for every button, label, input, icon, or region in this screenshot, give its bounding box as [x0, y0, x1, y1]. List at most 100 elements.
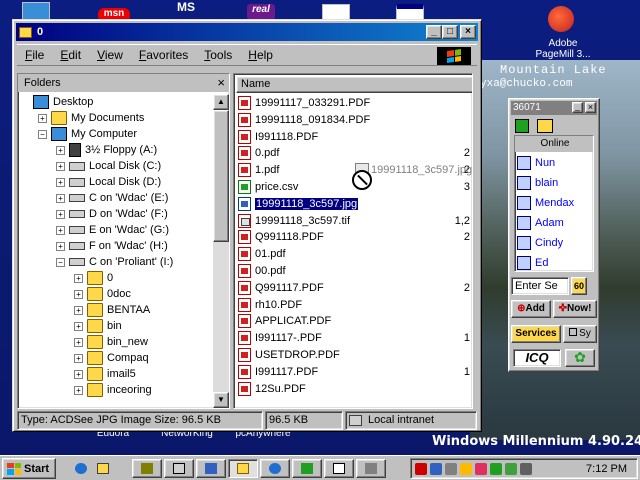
icq-status-flower-icon[interactable]: ✿ [565, 349, 595, 367]
tree-item[interactable]: + Local Disk (C:) [56, 158, 161, 174]
tree-item[interactable]: +0doc [74, 286, 131, 302]
tree-item[interactable]: Desktop [20, 94, 93, 110]
expand-icon[interactable]: + [56, 241, 65, 251]
expand-icon[interactable]: + [56, 225, 65, 235]
tray-scheduler-icon[interactable] [520, 462, 532, 475]
tree-item[interactable]: + D on 'Wdac' (F:) [56, 206, 168, 222]
icq-contact[interactable]: Adam [517, 214, 564, 232]
realplayer-icon[interactable]: real [247, 4, 275, 20]
icq-titlebar[interactable]: 36071 _ × [511, 101, 597, 115]
tray-display-icon[interactable] [430, 462, 442, 475]
tree-item[interactable]: + My Documents [38, 110, 144, 126]
task-button-7[interactable] [324, 459, 354, 478]
tree-item[interactable]: − C on 'Proliant' (I:) [56, 254, 173, 270]
ie-quicklaunch-icon[interactable] [70, 459, 92, 478]
task-button-6[interactable] [292, 459, 322, 478]
pagemill-label[interactable]: Adobe PageMill 3... [528, 38, 598, 60]
name-column-header[interactable]: Name [236, 76, 472, 93]
scroll-thumb[interactable] [213, 110, 229, 242]
icq-flower-icon[interactable] [515, 119, 529, 133]
tree-item[interactable]: + BENTAA [74, 302, 150, 318]
expand-icon[interactable]: + [56, 145, 65, 155]
expand-icon[interactable]: + [74, 321, 83, 331]
file-row[interactable]: 0.pdf 2 [238, 145, 472, 161]
file-row[interactable]: 01.pdf [238, 246, 472, 262]
tree-item[interactable]: +0 [74, 270, 113, 286]
tray-icq-icon[interactable] [490, 462, 502, 475]
tree-item[interactable]: + E on 'Wdac' (G:) [56, 222, 169, 238]
tray-volume-icon[interactable] [445, 462, 457, 475]
expand-icon[interactable]: + [74, 305, 83, 315]
scroll-down-icon[interactable]: ▼ [213, 392, 229, 408]
tray-network-icon[interactable] [415, 462, 427, 475]
collapse-icon[interactable]: − [56, 257, 65, 267]
icq-system-button[interactable]: Sy [563, 325, 597, 343]
pagemill-icon[interactable] [548, 6, 574, 32]
task-button-5[interactable] [260, 459, 290, 478]
expand-icon[interactable]: + [56, 161, 65, 171]
menu-view[interactable]: View [89, 48, 131, 62]
file-row[interactable]: Q991118.PDF 2 [238, 229, 472, 245]
icq-contact[interactable]: Mendax [517, 194, 574, 212]
file-row[interactable]: USETDROP.PDF [238, 347, 472, 363]
explorer-window[interactable]: 0 _ □ × File Edit View Favorites Tools H… [12, 19, 482, 432]
explorer-titlebar[interactable]: 0 _ □ × [16, 23, 478, 41]
expand-icon[interactable]: + [74, 337, 83, 347]
tree-item[interactable]: + C on 'Wdac' (E:) [56, 190, 168, 206]
icq-services-button[interactable]: Services [511, 325, 561, 343]
icq-user-icon[interactable] [537, 119, 553, 133]
tree-item[interactable]: + F on 'Wdac' (H:) [56, 238, 168, 254]
expand-icon[interactable]: + [56, 193, 65, 203]
expand-icon[interactable]: + [74, 273, 83, 283]
icq-window[interactable]: 36071 _ × Online Nun blain Mendax Adam Cindy… [508, 98, 600, 372]
task-button-1[interactable] [132, 459, 162, 478]
scroll-up-icon[interactable]: ▲ [213, 94, 229, 110]
menu-favorites[interactable]: Favorites [131, 48, 196, 62]
tree-item[interactable]: + Local Disk (D:) [56, 174, 161, 190]
icq-add-button[interactable]: ⊕Add [511, 300, 551, 318]
task-button-8[interactable] [356, 459, 386, 478]
icq-contact[interactable]: blain [517, 174, 558, 192]
folders-scrollbar[interactable]: ▲ ▼ [213, 94, 229, 408]
file-row[interactable]: 19991118_3c597.tif 1,2 [238, 213, 472, 229]
ms-icon[interactable]: MS [170, 0, 202, 14]
file-row[interactable]: 19991118_091834.PDF [238, 112, 472, 128]
menu-file[interactable]: File [17, 48, 52, 62]
expand-icon[interactable]: + [74, 353, 83, 363]
taskbar-clock[interactable]: 7:12 PM [586, 463, 627, 475]
file-row[interactable]: rh10.PDF [238, 297, 472, 313]
tree-item[interactable]: − My Computer [38, 126, 137, 142]
tree-item[interactable]: + bin [74, 318, 122, 334]
icq-count-badge[interactable]: 60 [571, 277, 587, 295]
start-button[interactable]: Start [2, 458, 56, 479]
expand-icon[interactable]: + [74, 385, 83, 395]
icq-close-button[interactable]: × [585, 102, 596, 113]
tray-power-icon[interactable] [460, 462, 472, 475]
icq-logo[interactable]: ICQ [513, 349, 561, 367]
menu-tools[interactable]: Tools [196, 48, 240, 62]
icq-search-input[interactable]: Enter Se [511, 277, 569, 295]
icq-minimize-button[interactable]: _ [572, 102, 583, 113]
file-row[interactable]: 00.pdf [238, 263, 472, 279]
tree-item[interactable]: + imail5 [74, 366, 136, 382]
tree-item[interactable]: +3½ Floppy (A:) [56, 142, 157, 158]
task-button-explorer[interactable] [228, 459, 258, 478]
tray-app-icon[interactable] [505, 462, 517, 475]
file-row[interactable]: 19991118_3c597.jpg [238, 196, 472, 212]
collapse-icon[interactable]: − [38, 129, 47, 139]
file-row[interactable]: I991117.PDF 1 [238, 364, 472, 380]
expand-icon[interactable]: + [56, 177, 65, 187]
tray-realplayer-icon[interactable] [475, 462, 487, 475]
expand-icon[interactable]: + [74, 369, 83, 379]
icq-contact[interactable]: Cindy [517, 234, 563, 252]
expand-icon[interactable]: + [38, 113, 47, 123]
task-button-2[interactable] [164, 459, 194, 478]
icq-now-button[interactable]: ✜Now! [553, 300, 597, 318]
file-row[interactable]: 19991117_033291.PDF [238, 95, 472, 111]
file-row[interactable]: 12Su.PDF [238, 381, 472, 397]
maximize-button[interactable]: □ [442, 25, 458, 39]
task-button-3[interactable] [196, 459, 226, 478]
tree-item[interactable]: + Compaq [74, 350, 149, 366]
menu-help[interactable]: Help [240, 48, 281, 62]
file-row[interactable]: I991117-.PDF 1 [238, 330, 472, 346]
